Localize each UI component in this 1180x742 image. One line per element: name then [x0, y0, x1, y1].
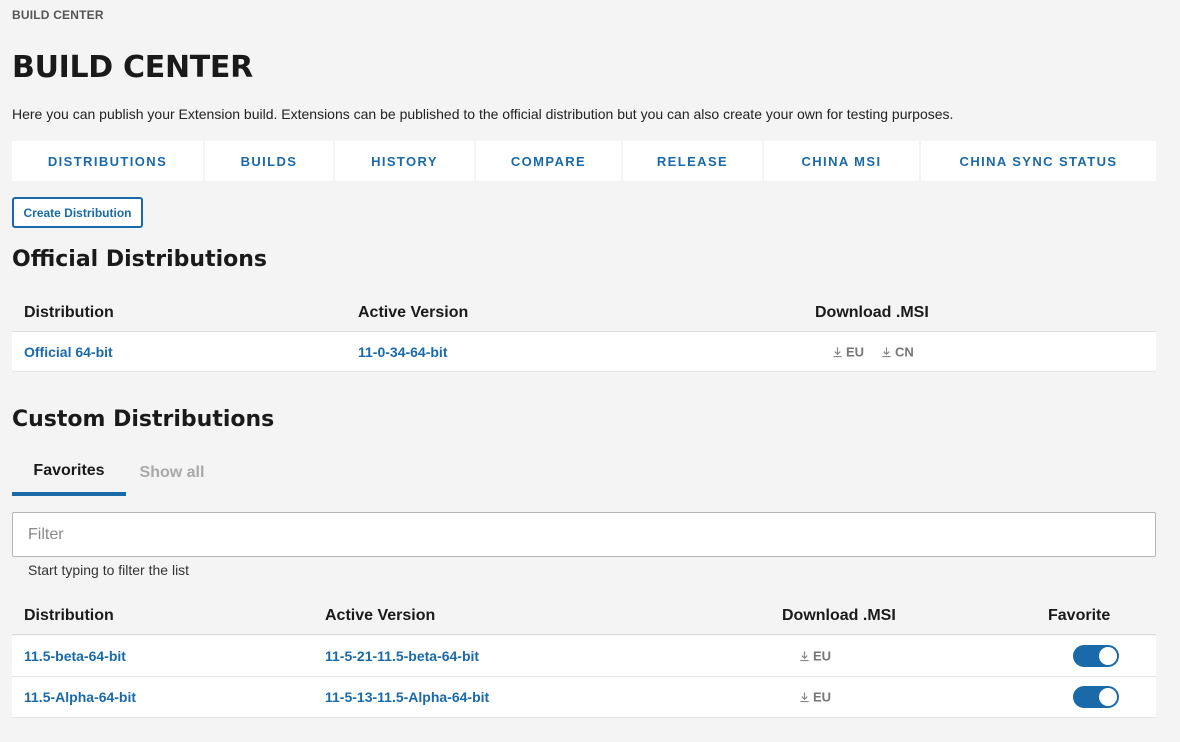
custom-distributions-title: Custom Distributions: [12, 407, 275, 432]
col-distribution: Distribution: [24, 606, 114, 624]
tab-history[interactable]: HISTORY: [335, 141, 474, 181]
distribution-link[interactable]: 11.5-beta-64-bit: [24, 648, 126, 664]
download-icon: [833, 346, 842, 357]
filter-helper-text: Start typing to filter the list: [28, 562, 190, 578]
version-link[interactable]: 11-5-13-11.5-Alpha-64-bit: [325, 689, 489, 705]
tab-show-all[interactable]: Show all: [126, 450, 218, 496]
custom-tabs: Favorites Show all: [12, 450, 272, 496]
distribution-link[interactable]: Official 64-bit: [24, 344, 113, 360]
official-table-header: Distribution Active Version Download .MS…: [12, 294, 1156, 332]
tab-china-sync-status[interactable]: CHINA SYNC STATUS: [921, 141, 1156, 181]
intro-text: Here you can publish your Extension buil…: [12, 106, 954, 122]
tab-compare[interactable]: COMPARE: [476, 141, 621, 181]
filter-input[interactable]: [12, 512, 1156, 557]
download-label: EU: [813, 648, 832, 664]
download-icon: [800, 692, 809, 703]
tab-china-msi[interactable]: CHINA MSI: [764, 141, 919, 181]
distribution-link[interactable]: 11.5-Alpha-64-bit: [24, 689, 136, 705]
page-title: BUILD CENTER: [12, 50, 253, 85]
col-active-version: Active Version: [358, 303, 469, 321]
download-cn-link[interactable]: CN: [881, 344, 914, 359]
tab-release[interactable]: RELEASE: [623, 141, 762, 181]
custom-table-header: Distribution Active Version Download .MS…: [12, 597, 1156, 635]
tab-distributions[interactable]: DISTRIBUTIONS: [12, 141, 203, 181]
download-eu-link[interactable]: EU: [799, 649, 831, 664]
version-link[interactable]: 11-0-34-64-bit: [358, 344, 447, 360]
version-link[interactable]: 11-5-21-11.5-beta-64-bit: [325, 648, 479, 664]
download-eu-link[interactable]: EU: [799, 690, 831, 705]
download-eu-link[interactable]: EU: [832, 344, 864, 359]
download-icon: [800, 651, 809, 662]
col-distribution: Distribution: [24, 303, 114, 321]
download-label: CN: [895, 344, 914, 359]
favorite-toggle[interactable]: [1073, 686, 1119, 708]
download-label: EU: [813, 689, 832, 705]
create-distribution-button[interactable]: Create Distribution: [12, 197, 143, 228]
official-distributions-title: Official Distributions: [12, 247, 268, 272]
tab-builds[interactable]: BUILDS: [205, 141, 333, 181]
download-icon: [882, 346, 891, 357]
main-nav-tabs: DISTRIBUTIONS BUILDS HISTORY COMPARE REL…: [12, 141, 1156, 181]
table-row: 11.5-Alpha-64-bit 11-5-13-11.5-Alpha-64-…: [12, 677, 1156, 718]
favorite-toggle[interactable]: [1073, 645, 1119, 667]
col-favorite: Favorite: [1048, 606, 1111, 624]
col-download-msi: Download .MSI: [782, 606, 896, 624]
table-row: 11.5-beta-64-bit 11-5-21-11.5-beta-64-bi…: [12, 636, 1156, 677]
breadcrumb: BUILD CENTER: [12, 8, 104, 22]
toggle-knob: [1099, 688, 1117, 706]
table-row: Official 64-bit 11-0-34-64-bit EU CN: [12, 332, 1156, 372]
tab-favorites[interactable]: Favorites: [12, 450, 126, 496]
col-active-version: Active Version: [325, 606, 436, 624]
col-download-msi: Download .MSI: [815, 303, 929, 321]
toggle-knob: [1099, 647, 1117, 665]
download-label: EU: [846, 344, 865, 359]
